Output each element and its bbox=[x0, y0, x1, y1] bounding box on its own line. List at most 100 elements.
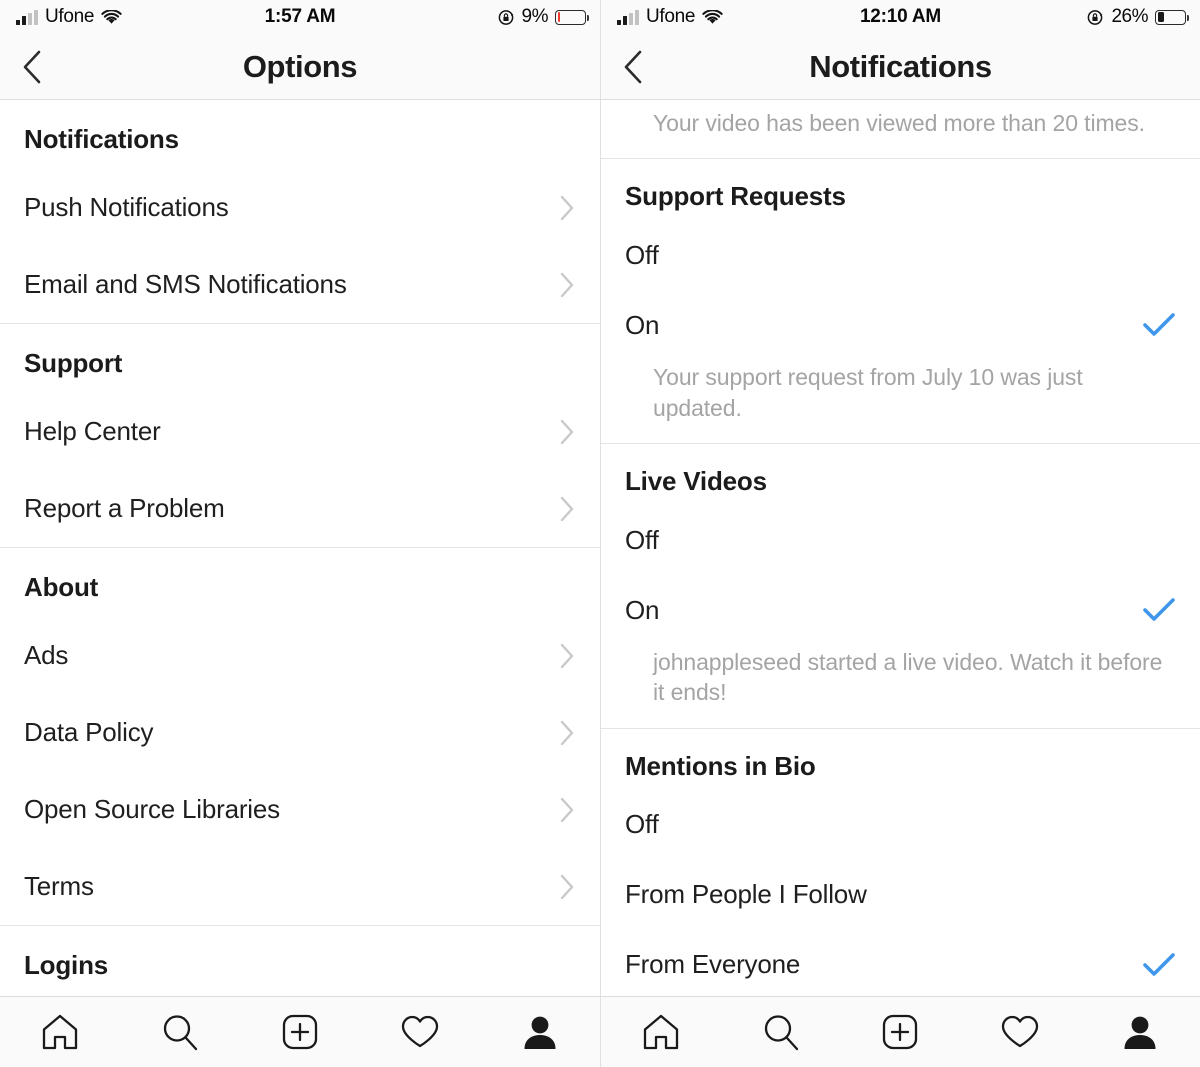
right-status-bar: Ufone 12:10 AM 26% bbox=[601, 0, 1200, 34]
settings-row[interactable]: Email and SMS Notifications bbox=[0, 246, 600, 323]
wifi-icon bbox=[101, 9, 122, 25]
option-description: Your support request from July 10 was ju… bbox=[653, 364, 1083, 421]
chevron-right-icon bbox=[559, 642, 576, 670]
battery-icon bbox=[1155, 9, 1189, 25]
section-heading: Live Videos bbox=[625, 466, 767, 497]
option-label: From People I Follow bbox=[625, 879, 867, 910]
tab-activity[interactable] bbox=[960, 997, 1080, 1067]
status-bar-left-group: Ufone bbox=[617, 6, 723, 28]
checkmark-icon bbox=[1142, 311, 1176, 339]
notification-option-row[interactable]: On bbox=[601, 290, 1200, 360]
checkmark-icon bbox=[1142, 951, 1176, 979]
left-tab-bar[interactable] bbox=[0, 996, 600, 1067]
option-description: johnappleseed started a live video. Watc… bbox=[653, 649, 1163, 706]
chevron-right-icon bbox=[559, 719, 576, 747]
rotation-lock-icon bbox=[1087, 9, 1104, 26]
option-label: From Everyone bbox=[625, 949, 801, 980]
settings-group: Support Help Center Report a Problem bbox=[0, 324, 600, 548]
settings-row-label: Email and SMS Notifications bbox=[24, 269, 347, 299]
tab-activity[interactable] bbox=[360, 997, 480, 1067]
tab-add-post[interactable] bbox=[841, 997, 961, 1067]
right-tab-bar[interactable] bbox=[601, 996, 1200, 1067]
settings-group: About Ads Data Policy Open Source Libraries… bbox=[0, 548, 600, 926]
carrier-name: Ufone bbox=[45, 6, 95, 27]
notification-option-row[interactable]: Off bbox=[601, 220, 1200, 290]
settings-group: Notifications Push Notifications Email and… bbox=[0, 100, 600, 324]
heart-icon bbox=[399, 1011, 441, 1053]
settings-row[interactable]: Help Center bbox=[0, 393, 600, 470]
status-bar-left-group: Ufone bbox=[16, 6, 122, 28]
option-description: Your video has been viewed more than 20 … bbox=[653, 110, 1145, 136]
tab-home[interactable] bbox=[0, 997, 120, 1067]
right-nav-header: Notifications bbox=[601, 34, 1200, 100]
settings-row-label: Terms bbox=[24, 871, 94, 901]
options-list[interactable]: Notifications Push Notifications Email and… bbox=[0, 100, 600, 996]
dual-screenshot-container: Ufone 1:57 AM 9% Options Notifications P… bbox=[0, 0, 1200, 1067]
wifi-icon bbox=[702, 9, 723, 25]
settings-row[interactable]: Report a Problem bbox=[0, 470, 600, 547]
settings-row-label: Ads bbox=[24, 640, 69, 670]
notification-option-row[interactable]: Off bbox=[601, 790, 1200, 860]
page-title: Options bbox=[242, 48, 358, 84]
notification-section: Support Requests Off On Your support reques… bbox=[601, 159, 1200, 445]
chevron-right-icon bbox=[559, 194, 576, 222]
tab-profile[interactable] bbox=[480, 997, 600, 1067]
settings-row-label: Data Policy bbox=[24, 717, 154, 747]
left-phone-screen: Ufone 1:57 AM 9% Options Notifications P… bbox=[0, 0, 600, 1067]
group-heading: Notifications bbox=[24, 124, 179, 154]
settings-row[interactable]: Ads bbox=[0, 617, 600, 694]
add-post-icon bbox=[879, 1011, 921, 1053]
notification-option-row[interactable]: From People I Follow bbox=[601, 860, 1200, 930]
carrier-name: Ufone bbox=[646, 6, 696, 27]
profile-icon bbox=[519, 1011, 561, 1053]
chevron-right-icon bbox=[559, 796, 576, 824]
chevron-right-icon bbox=[559, 495, 576, 523]
back-chevron-icon[interactable] bbox=[0, 34, 64, 100]
notification-section: Live Videos Off On johnappleseed started a … bbox=[601, 444, 1200, 729]
home-icon bbox=[39, 1011, 81, 1053]
notification-section: Mentions in Bio Off From People I Follow Fr… bbox=[601, 729, 1200, 996]
status-bar-right-group: 26% bbox=[1087, 6, 1189, 28]
home-icon bbox=[640, 1011, 682, 1053]
notification-option-row[interactable]: On bbox=[601, 575, 1200, 645]
notifications-settings-list[interactable]: Your video has been viewed more than 20 … bbox=[601, 100, 1200, 996]
settings-row[interactable]: Open Source Libraries bbox=[0, 771, 600, 848]
search-icon bbox=[760, 1011, 802, 1053]
heart-icon bbox=[999, 1011, 1041, 1053]
settings-row[interactable]: Data Policy bbox=[0, 694, 600, 771]
chevron-right-icon bbox=[559, 873, 576, 901]
settings-row[interactable]: Terms bbox=[0, 848, 600, 925]
rotation-lock-icon bbox=[498, 9, 515, 26]
settings-group: Logins bbox=[0, 926, 600, 995]
notification-option-row[interactable]: Off bbox=[601, 505, 1200, 575]
profile-icon bbox=[1119, 1011, 1161, 1053]
group-heading: Support bbox=[24, 348, 123, 378]
tab-search[interactable] bbox=[721, 997, 841, 1067]
tab-add-post[interactable] bbox=[240, 997, 360, 1067]
tab-home[interactable] bbox=[601, 997, 721, 1067]
signal-bars-icon bbox=[16, 9, 38, 25]
section-heading: Support Requests bbox=[625, 181, 846, 212]
partial-section-top: Your video has been viewed more than 20 … bbox=[601, 100, 1200, 160]
option-label: Off bbox=[625, 809, 659, 840]
section-heading: Mentions in Bio bbox=[625, 750, 816, 781]
back-chevron-icon[interactable] bbox=[601, 34, 665, 100]
search-icon bbox=[159, 1011, 201, 1053]
option-label: Off bbox=[625, 239, 659, 270]
group-heading: About bbox=[24, 572, 99, 602]
settings-row[interactable]: Push Notifications bbox=[0, 169, 600, 246]
left-status-bar: Ufone 1:57 AM 9% bbox=[0, 0, 600, 34]
option-label: On bbox=[625, 309, 660, 340]
battery-icon bbox=[555, 9, 589, 25]
status-bar-right-group: 9% bbox=[498, 6, 589, 28]
right-phone-screen: Ufone 12:10 AM 26% Notifications Your vi… bbox=[600, 0, 1200, 1067]
page-title: Notifications bbox=[809, 48, 992, 84]
checkmark-icon bbox=[1142, 596, 1176, 624]
tab-search[interactable] bbox=[120, 997, 240, 1067]
add-post-icon bbox=[279, 1011, 321, 1053]
settings-row-label: Report a Problem bbox=[24, 493, 225, 523]
notification-option-row[interactable]: From Everyone bbox=[601, 930, 1200, 996]
left-nav-header: Options bbox=[0, 34, 600, 100]
tab-profile[interactable] bbox=[1080, 997, 1200, 1067]
settings-row-label: Open Source Libraries bbox=[24, 794, 280, 824]
